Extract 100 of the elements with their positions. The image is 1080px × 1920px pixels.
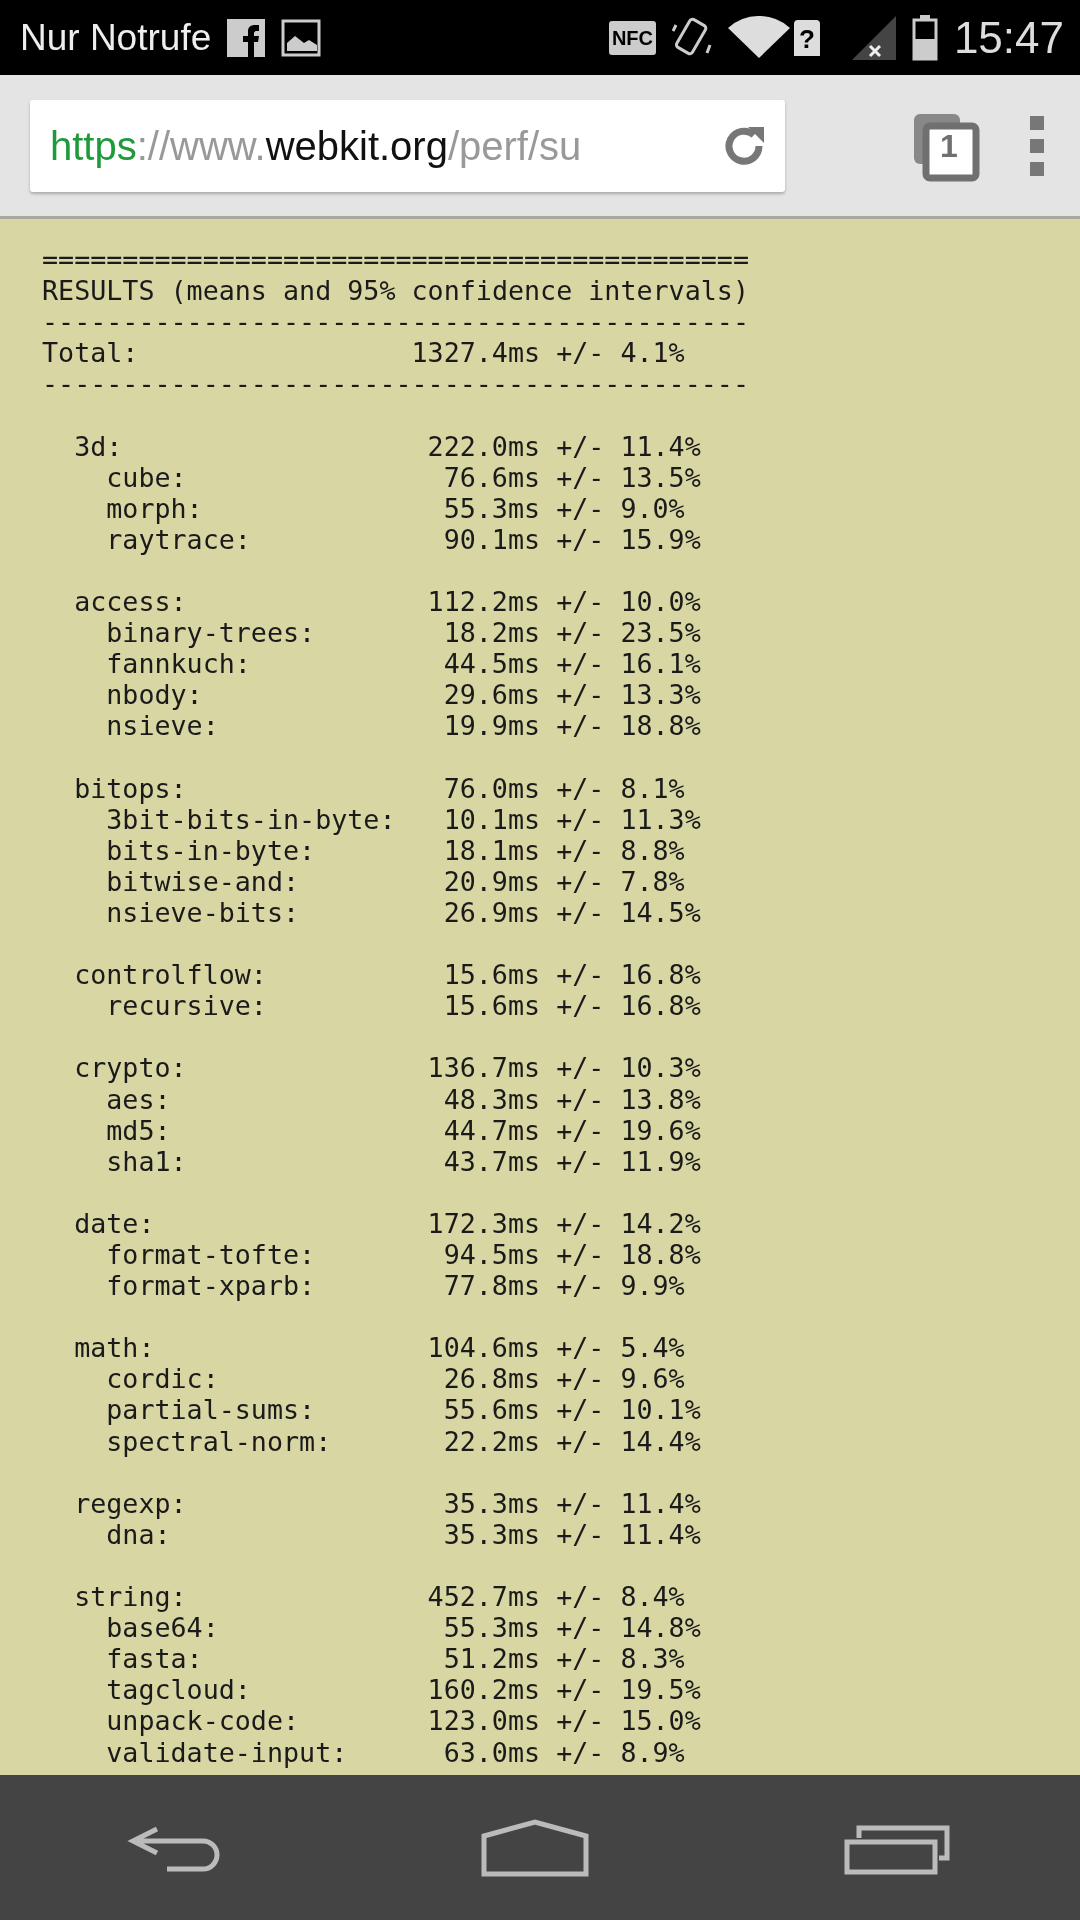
result-time: 18.1ms [442, 834, 541, 866]
result-interval: +/- 9.0% [556, 492, 685, 524]
result-label: raytrace: [105, 523, 252, 555]
result-interval: +/- 16.1% [556, 648, 701, 680]
result-time: 55.3ms [442, 492, 541, 524]
result-label: tagcloud: [105, 1674, 252, 1706]
battery-icon [911, 14, 938, 61]
result-time: 51.2ms [442, 1643, 541, 1675]
result-time: 112.2ms [426, 586, 541, 618]
result-label: morph: [105, 492, 204, 524]
result-interval: +/- 13.3% [556, 679, 701, 711]
result-label: cordic: [105, 1363, 220, 1395]
result-label: dna: [106, 1518, 171, 1550]
result-time: 19.9ms [442, 710, 541, 742]
result-label: cube: [105, 461, 188, 493]
result-interval: +/- 11.4% [556, 430, 701, 462]
result-time: 94.5ms [442, 1239, 541, 1271]
result-time: 15.6ms [442, 990, 541, 1022]
result-time: 160.2ms [426, 1674, 541, 1706]
result-interval: +/- 13.8% [556, 1083, 701, 1115]
result-time: 18.2ms [442, 617, 541, 649]
result-interval: +/- 16.8% [556, 959, 701, 991]
result-time: 222.0ms [426, 430, 541, 462]
result-interval: +/- 19.5% [556, 1674, 701, 1706]
result-time: 10.1ms [442, 803, 541, 835]
result-time: 26.9ms [442, 896, 541, 929]
result-interval: +/- 15.0% [556, 1705, 701, 1737]
result-time: 22.2ms [442, 1425, 541, 1457]
result-interval: +/- 11.3% [556, 803, 701, 835]
menu-icon[interactable] [1030, 115, 1044, 176]
picture-icon [281, 18, 322, 57]
result-interval: +/- 18.8% [556, 710, 701, 742]
result-interval: +/- 8.4% [556, 1581, 685, 1613]
result-label: partial-sums: [105, 1394, 317, 1426]
result-interval: +/- 8.3% [556, 1643, 685, 1675]
result-label: base64: [105, 1612, 220, 1644]
result-interval: +/- 8.1% [556, 772, 685, 804]
results-title: RESULTS (means and 95% confidence intervals) [42, 275, 750, 307]
result-label: validate-input: [105, 1736, 349, 1768]
result-time: 77.8ms [442, 1270, 541, 1302]
facebook-icon [227, 18, 266, 57]
result-time: 90.1ms [442, 523, 541, 555]
result-label: controlflow: [73, 959, 268, 991]
result-interval: +/- 14.5% [556, 896, 701, 929]
result-time: 48.3ms [442, 1083, 541, 1115]
result-label: date: [73, 1207, 156, 1239]
result-time: 55.3ms [442, 1612, 541, 1644]
result-label: recursive: [105, 990, 268, 1022]
result-time: 35.3ms [442, 1487, 541, 1519]
result-label: 3bit-bits-in-byte: [106, 803, 397, 835]
result-interval: +/- 10.1% [556, 1394, 701, 1426]
wifi-icon [728, 15, 790, 60]
result-interval: +/- 4.1% [556, 337, 685, 369]
result-time: 76.6ms [442, 461, 541, 493]
result-label: sha1: [105, 1145, 188, 1177]
result-label: binary-trees: [105, 617, 317, 649]
home-icon[interactable] [480, 1817, 590, 1878]
result-interval: +/- 9.9% [556, 1270, 685, 1302]
result-interval: +/- 10.0% [556, 586, 701, 618]
result-interval: +/- 11.9% [556, 1145, 701, 1177]
url-text: https://www.webkit.org/perf/su [50, 122, 582, 170]
result-interval: +/- 7.8% [556, 865, 685, 897]
address-bar[interactable]: https://www.webkit.org/perf/su [30, 99, 785, 192]
result-time: 104.6ms [426, 1332, 541, 1364]
result-label: Total: [42, 337, 140, 369]
result-label: bitops: [73, 772, 188, 804]
result-time: 15.6ms [442, 959, 541, 991]
result-interval: +/- 15.9% [556, 523, 701, 555]
result-label: format-tofte: [105, 1239, 317, 1271]
result-label: md5: [105, 1114, 172, 1146]
signal-icon [851, 15, 896, 60]
clock-time: 15:47 [953, 11, 1064, 64]
result-time: 35.3ms [442, 1518, 541, 1550]
result-label: 3d: [73, 430, 124, 462]
result-interval: +/- 19.6% [556, 1114, 701, 1146]
result-interval: +/- 14.2% [556, 1207, 701, 1239]
result-time: 44.7ms [442, 1114, 541, 1146]
separator-rule: -------------------------------------------- [42, 368, 750, 400]
result-interval: +/- 11.4% [556, 1487, 701, 1519]
result-label: aes: [105, 1083, 172, 1115]
result-label: crypto: [73, 1052, 188, 1084]
result-time: 43.7ms [442, 1145, 541, 1177]
result-label: unpack-code: [105, 1705, 301, 1737]
result-interval: +/- 13.5% [556, 461, 701, 493]
result-time: 29.6ms [442, 679, 541, 711]
result-label: fannkuch: [105, 648, 252, 680]
result-label: format-xparb: [105, 1270, 317, 1302]
result-interval: +/- 11.4% [556, 1518, 701, 1550]
result-time: 1327.4ms [411, 337, 541, 369]
result-interval: +/- 18.8% [556, 1239, 701, 1271]
result-time: 55.6ms [442, 1394, 541, 1426]
result-time: 63.0ms [442, 1736, 541, 1768]
result-time: 76.0ms [442, 772, 541, 804]
result-label: nbody: [105, 679, 204, 711]
result-interval: +/- 23.5% [556, 617, 701, 649]
separator-rule: ============================================ [42, 244, 750, 276]
result-interval: +/- 8.8% [556, 834, 685, 866]
wifi-status-icon: ? [794, 19, 820, 56]
result-label: nsieve: [105, 710, 220, 742]
result-time: 26.8ms [442, 1363, 541, 1395]
